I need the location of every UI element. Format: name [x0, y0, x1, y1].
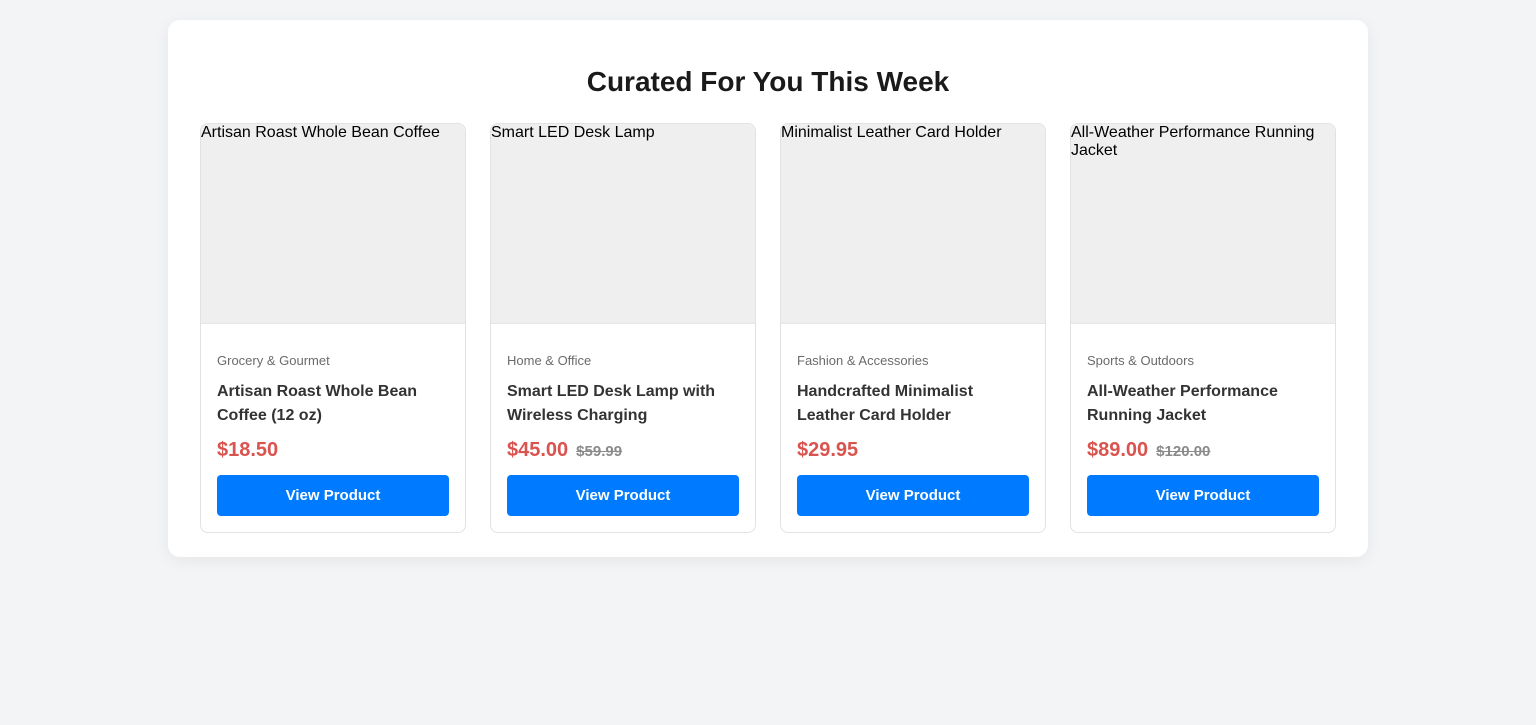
price-row: $29.95 — [797, 439, 1029, 465]
view-product-button[interactable]: View Product — [797, 475, 1029, 516]
product-category: Home & Office — [507, 353, 592, 368]
product-card: Artisan Roast Whole Bean Coffee Grocery … — [200, 123, 466, 533]
image-alt-text: Smart LED Desk Lamp — [491, 124, 655, 141]
product-name: Artisan Roast Whole Bean Coffee (12 oz) — [217, 383, 418, 424]
price-row: $45.00 $59.99 — [507, 439, 739, 465]
product-category: Grocery & Gourmet — [217, 353, 330, 368]
product-category: Sports & Outdoors — [1087, 353, 1194, 368]
product-price: $45.00 — [507, 439, 569, 461]
product-name: Handcrafted Minimalist Leather Card Hold… — [797, 383, 974, 424]
product-name: All-Weather Performance Running Jacket — [1087, 383, 1278, 424]
product-image[interactable]: Minimalist Leather Card Holder — [781, 124, 1045, 324]
product-card: Minimalist Leather Card Holder Fashion &… — [780, 123, 1046, 533]
price-row: $89.00 $120.00 — [1087, 439, 1319, 465]
product-image[interactable]: Smart LED Desk Lamp — [491, 124, 755, 324]
product-grid: Artisan Roast Whole Bean Coffee Grocery … — [200, 123, 1336, 533]
price-row: $18.50 — [217, 439, 449, 465]
original-price: $120.00 — [1156, 443, 1211, 460]
product-image[interactable]: Artisan Roast Whole Bean Coffee — [201, 124, 465, 324]
original-price: $59.99 — [576, 443, 623, 460]
featured-products-panel: Curated For You This Week Artisan Roast … — [168, 20, 1368, 557]
product-card: Smart LED Desk Lamp Home & Office Smart … — [490, 123, 756, 533]
image-alt-text: All-Weather Performance Running Jacket — [1071, 124, 1315, 159]
section-title: Curated For You This Week — [586, 66, 950, 97]
product-price: $29.95 — [797, 439, 859, 461]
product-name: Smart LED Desk Lamp with Wireless Chargi… — [507, 383, 716, 424]
product-price: $18.50 — [217, 439, 279, 461]
view-product-button[interactable]: View Product — [507, 475, 739, 516]
view-product-button[interactable]: View Product — [1087, 475, 1319, 516]
product-card: All-Weather Performance Running Jacket S… — [1070, 123, 1336, 533]
product-image[interactable]: All-Weather Performance Running Jacket — [1071, 124, 1335, 324]
view-product-button[interactable]: View Product — [217, 475, 449, 516]
image-alt-text: Minimalist Leather Card Holder — [781, 124, 1002, 141]
product-price: $89.00 — [1087, 439, 1149, 461]
product-category: Fashion & Accessories — [797, 353, 929, 368]
image-alt-text: Artisan Roast Whole Bean Coffee — [201, 124, 440, 141]
